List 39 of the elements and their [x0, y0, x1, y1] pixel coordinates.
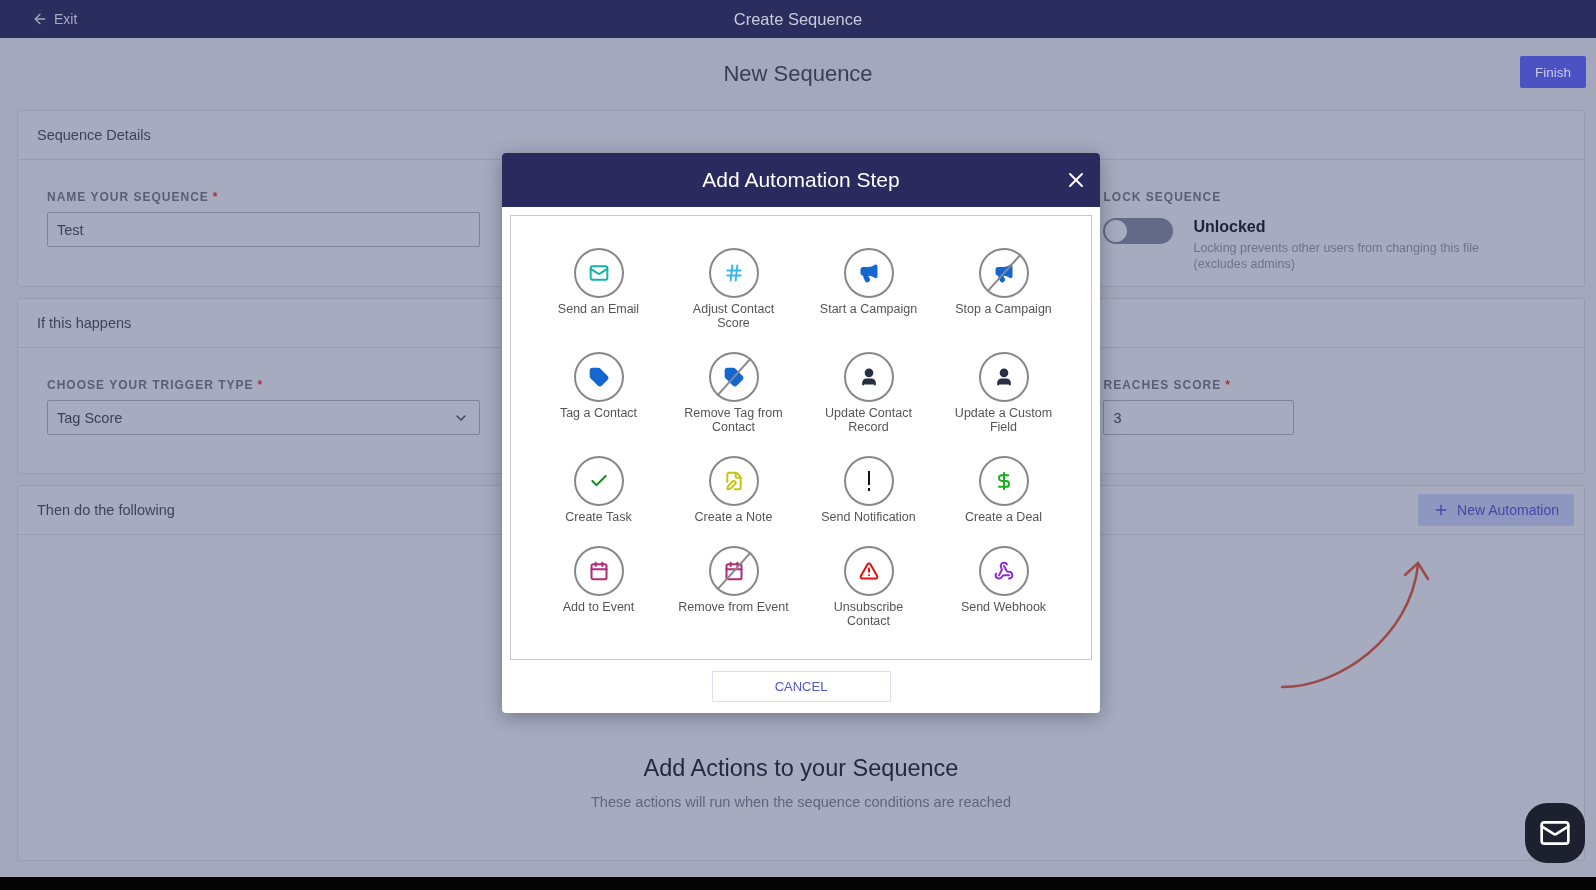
chat-button[interactable] — [1525, 803, 1585, 863]
step-option[interactable]: Send Notification — [801, 456, 936, 524]
field-label: REACHES SCORE * — [1103, 378, 1232, 392]
app-title: Create Sequence — [733, 9, 863, 29]
lock-toggle[interactable] — [1103, 218, 1174, 244]
trigger-select[interactable]: Tag Score — [47, 400, 481, 435]
step-option[interactable]: Start a Campaign — [801, 248, 936, 330]
step-option[interactable]: Send Webhook — [936, 546, 1071, 628]
empty-state-text: These actions will run when the sequence conditions are reached — [591, 794, 1011, 810]
step-option[interactable]: Tag a Contact — [531, 352, 666, 434]
panel-title: Sequence Details — [37, 127, 151, 143]
lock-status: Unlocked — [1193, 218, 1267, 236]
field-label: NAME YOUR SEQUENCE * — [47, 190, 220, 204]
field-label: CHOOSE YOUR TRIGGER TYPE * — [47, 378, 265, 392]
step-option[interactable]: Stop a Campaign — [936, 248, 1071, 330]
panel-title: Then do the following — [37, 502, 175, 518]
step-option[interactable]: Send an Email — [531, 248, 666, 330]
field-label: LOCK SEQUENCE — [1103, 190, 1223, 204]
step-option[interactable]: Create Task — [531, 456, 666, 524]
score-input-field[interactable]: 3 — [1103, 400, 1295, 435]
step-option[interactable]: Remove Tag from Contact — [666, 352, 801, 434]
select-value: Tag Score — [57, 409, 123, 426]
page-title: New Sequence — [723, 61, 873, 87]
step-option[interactable]: Adjust Contact Score — [666, 248, 801, 330]
finish-button[interactable]: Finish — [1520, 56, 1586, 88]
step-option[interactable]: Create a Note — [666, 456, 801, 524]
step-option[interactable]: Update a Custom Field — [936, 352, 1071, 434]
cancel-button[interactable]: CANCEL — [711, 671, 891, 702]
panel-title: If this happens — [37, 315, 132, 331]
step-option[interactable]: Add to Event — [531, 546, 666, 628]
step-option[interactable]: Update Contact Record — [801, 352, 936, 434]
name-input-field[interactable]: Test — [47, 212, 481, 247]
exit-link[interactable]: Exit — [32, 11, 78, 27]
step-option[interactable]: Create a Deal — [936, 456, 1071, 524]
arrow-left-icon — [32, 11, 48, 27]
modal-title: Add Automation Step — [702, 168, 900, 192]
step-option[interactable]: Remove from Event — [666, 546, 801, 628]
step-option[interactable]: Unsubscribe Contact — [801, 546, 936, 628]
empty-state-title: Add Actions to your Sequence — [643, 755, 959, 782]
